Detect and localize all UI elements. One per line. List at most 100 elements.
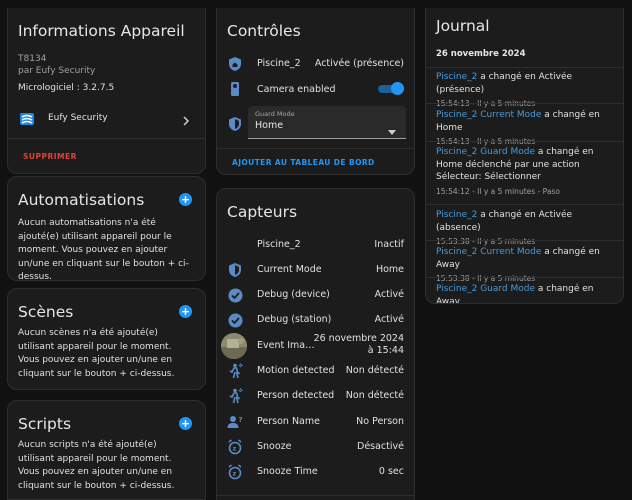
camera-enabled-label: Camera enabled bbox=[257, 84, 336, 95]
motion-sensor-icon bbox=[227, 363, 243, 379]
sensor-label: Person Name bbox=[257, 416, 320, 427]
journal-date: 26 novembre 2024 bbox=[436, 49, 526, 59]
scripts-title: Scripts bbox=[18, 415, 72, 433]
device-info-card: Informations Appareil T8134 par Eufy Sec… bbox=[7, 8, 206, 174]
journal-entry[interactable]: Piscine_2 a changé en Activée (présence)… bbox=[436, 71, 613, 111]
scenes-title: Scènes bbox=[18, 303, 74, 321]
device-info-title: Informations Appareil bbox=[18, 22, 185, 40]
integration-label: Eufy Security bbox=[48, 113, 108, 123]
automations-card: Automatisations + Aucun automatisations … bbox=[7, 176, 206, 281]
divider bbox=[426, 103, 623, 104]
sensor-row[interactable]: Debug (device) Activé bbox=[217, 287, 414, 303]
sensor-row[interactable]: z Snooze Time 0 sec bbox=[217, 464, 414, 480]
divider bbox=[426, 277, 623, 278]
snooze-alarm-icon: z bbox=[227, 464, 243, 480]
shield-icon bbox=[227, 262, 243, 278]
journal-entry[interactable]: Piscine_2 Current Mode a changé en Home … bbox=[436, 109, 613, 149]
sensor-value: Activé bbox=[374, 289, 404, 300]
svg-text:z: z bbox=[233, 446, 237, 453]
add-scene-button[interactable]: + bbox=[179, 305, 192, 318]
svg-text:z: z bbox=[233, 471, 237, 478]
sensor-label: Motion detected bbox=[257, 365, 335, 376]
add-script-button[interactable]: + bbox=[179, 417, 192, 430]
device-firmware: Micrologiciel : 3.2.7.5 bbox=[18, 83, 115, 93]
journal-entity-link[interactable]: Piscine_2 bbox=[436, 72, 477, 82]
sensor-value: Inactif bbox=[374, 239, 404, 250]
check-circle-icon bbox=[227, 312, 243, 328]
sensor-row[interactable]: Debug (station) Activé bbox=[217, 312, 414, 328]
person-question-icon: ? bbox=[227, 414, 243, 430]
journal-title: Journal bbox=[436, 17, 490, 35]
sensor-row[interactable]: Motion detected Non détecté bbox=[217, 363, 414, 379]
sensor-label: Person detected bbox=[257, 390, 335, 401]
sensor-value: Non détecté bbox=[345, 390, 404, 401]
shield-icon bbox=[227, 116, 243, 132]
journal-entity-link[interactable]: Piscine_2 Current Mode bbox=[436, 247, 541, 257]
snooze-alarm-icon: z bbox=[227, 439, 243, 455]
sensor-row[interactable]: Piscine_2 Inactif bbox=[217, 237, 414, 253]
scripts-card: Scripts + Aucun scripts n'a été ajouté(e… bbox=[7, 400, 206, 500]
sensor-value: Activé bbox=[374, 314, 404, 325]
eufy-logo-icon bbox=[19, 111, 35, 127]
sensors-card: Capteurs Piscine_2 Inactif Current Mode … bbox=[216, 188, 415, 500]
sensor-label: Debug (station) bbox=[257, 314, 332, 325]
divider bbox=[426, 67, 623, 68]
piscine-control-label: Piscine_2 bbox=[257, 58, 301, 69]
sensor-label: Snooze bbox=[257, 441, 292, 452]
device-model: T8134 bbox=[18, 54, 47, 64]
sensor-row[interactable]: ? Person Name No Person bbox=[217, 414, 414, 430]
delete-button[interactable]: SUPPRIMER bbox=[23, 152, 77, 161]
journal-entity-link[interactable]: Piscine_2 Guard Mode bbox=[436, 147, 535, 157]
sensor-value: Non détecté bbox=[345, 365, 404, 376]
piscine-control-row[interactable]: Piscine_2 Activée (présence) bbox=[217, 56, 414, 72]
journal-entry-meta: 15:54:12 - Il y a 5 minutes - Paso bbox=[436, 186, 560, 196]
sensor-label: Piscine_2 bbox=[257, 239, 301, 250]
divider bbox=[426, 204, 623, 205]
sensor-value: No Person bbox=[356, 416, 404, 427]
integration-row[interactable]: Eufy Security bbox=[8, 106, 205, 132]
guard-mode-value: Home bbox=[255, 120, 284, 131]
scenes-empty-text: Aucun scènes n'a été ajouté(e) utilisant… bbox=[18, 328, 175, 379]
journal-entry[interactable]: Piscine_2 Guard Mode a changé en Away bbox=[436, 283, 613, 303]
journal-entry[interactable]: Piscine_2 Current Mode a changé en Away … bbox=[436, 246, 613, 286]
controls-title: Contrôles bbox=[227, 22, 301, 40]
divider bbox=[426, 240, 623, 241]
sensor-row[interactable]: Event Ima… 26 novembre 2024 à 15:44 bbox=[217, 332, 414, 360]
scripts-empty-text: Aucun scripts n'a été ajouté(e) utilisan… bbox=[18, 440, 175, 491]
device-manufacturer: par Eufy Security bbox=[18, 66, 96, 76]
sensor-value: Home bbox=[375, 264, 404, 275]
shield-home-icon bbox=[227, 56, 243, 72]
scenes-card: Scènes + Aucun scènes n'a été ajouté(e) … bbox=[7, 288, 206, 390]
sensor-value: 0 sec bbox=[378, 466, 404, 477]
journal-entry[interactable]: Piscine_2 a changé en Activée (absence) … bbox=[436, 209, 613, 249]
automations-title: Automatisations bbox=[18, 191, 145, 209]
journal-entity-link[interactable]: Piscine_2 bbox=[436, 210, 477, 220]
add-to-dashboard-button[interactable]: AJOUTER AU TABLEAU DE BORD bbox=[232, 158, 375, 167]
dropdown-arrow-icon bbox=[388, 120, 396, 139]
camera-enabled-toggle[interactable] bbox=[378, 82, 404, 95]
journal-entity-link[interactable]: Piscine_2 Current Mode bbox=[436, 110, 541, 120]
controls-card: Contrôles Piscine_2 Activée (présence) C… bbox=[216, 8, 415, 175]
sensor-row[interactable]: Person detected Non détecté bbox=[217, 388, 414, 404]
motion-sensor-icon bbox=[227, 388, 243, 404]
sensor-row[interactable]: Current Mode Home bbox=[217, 262, 414, 278]
guard-mode-select[interactable]: Guard Mode Home bbox=[248, 106, 406, 139]
camera-enabled-row: Camera enabled bbox=[217, 80, 414, 98]
divider bbox=[426, 141, 623, 142]
guard-mode-row: Guard Mode Home bbox=[217, 106, 414, 140]
sensor-label: Debug (device) bbox=[257, 289, 330, 300]
check-circle-icon bbox=[227, 287, 243, 303]
chevron-right-icon bbox=[181, 112, 191, 131]
piscine-control-value: Activée (présence) bbox=[314, 58, 404, 69]
sensor-row[interactable]: z Snooze Désactivé bbox=[217, 439, 414, 455]
sensor-label: Snooze Time bbox=[257, 466, 318, 477]
sensor-value: 26 novembre 2024 à 15:44 bbox=[313, 333, 404, 356]
sensors-title: Capteurs bbox=[227, 203, 298, 221]
journal-entry[interactable]: Piscine_2 Guard Mode a changé en Home dé… bbox=[436, 146, 613, 198]
journal-card: Journal 26 novembre 2024 Piscine_2 a cha… bbox=[425, 8, 624, 304]
divider bbox=[217, 495, 414, 496]
sensor-label: Event Ima… bbox=[257, 340, 315, 351]
sensor-value: Désactivé bbox=[357, 441, 404, 452]
journal-entity-link[interactable]: Piscine_2 Guard Mode bbox=[436, 284, 535, 294]
add-automation-button[interactable]: + bbox=[179, 193, 192, 206]
